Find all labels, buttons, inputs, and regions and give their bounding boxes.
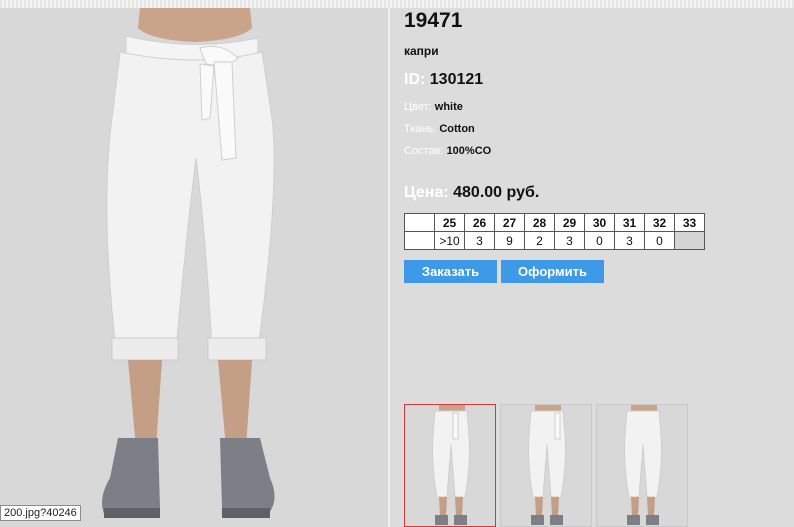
thumbnail-side[interactable] [500,404,592,527]
size-header-cell: 26 [464,213,495,232]
size-header-cell [404,213,435,232]
color-label: Цвет: [404,101,432,113]
size-header-cell: 33 [674,213,705,232]
stock-cell: 9 [494,231,525,250]
size-header-cell: 29 [554,213,585,232]
fabric-label: Ткань: [404,123,437,135]
color-attribute: Цвет: white [404,101,463,113]
size-header-cell: 32 [644,213,675,232]
size-header-cell: 27 [494,213,525,232]
thumbnail-side-image [501,405,591,526]
top-strip [0,0,794,8]
fabric-value: Cotton [439,123,475,135]
fabric-attribute: Ткань: Cotton [404,123,475,135]
composition-value: 100%CO [446,145,492,157]
size-header-cell: 30 [584,213,615,232]
price-label: Цена: [404,184,449,201]
stock-cell: 3 [614,231,645,250]
thumbnail-back[interactable] [596,404,688,527]
composition-attribute: Состав: 100%CO [404,145,491,157]
id-value: 130121 [429,71,484,88]
order-button[interactable]: Заказать [404,260,497,283]
stock-cell: 0 [644,231,675,250]
model-in-capri-pants-illustration [0,8,388,527]
status-tooltip: 200.jpg?40246 [0,505,81,521]
size-header-cell: 31 [614,213,645,232]
thumbnail-front[interactable] [404,404,496,527]
stock-cell: 3 [554,231,585,250]
thumbnail-front-image [405,405,495,526]
size-header-row: 25 26 27 28 29 30 31 32 33 [404,213,705,232]
stock-cell: 0 [584,231,615,250]
size-stock-table: 25 26 27 28 29 30 31 32 33 >10 3 9 2 3 0… [404,213,705,250]
divider [388,8,390,527]
stock-cell: 3 [464,231,495,250]
product-type: капри [404,44,439,58]
main-product-image[interactable] [0,8,388,527]
price-value: 480.00 руб. [453,184,540,201]
product-id: ID: 130121 [404,71,483,89]
price: Цена: 480.00 руб. [404,184,539,202]
color-value: white [434,101,463,113]
id-label: ID: [404,71,426,88]
composition-label: Состав: [404,145,444,157]
checkout-button[interactable]: Оформить [501,260,604,283]
size-header-cell: 28 [524,213,555,232]
stock-row: >10 3 9 2 3 0 3 0 [404,231,705,250]
stock-cell: 2 [524,231,555,250]
product-sku: 19471 [404,9,463,32]
stock-cell [674,231,705,250]
stock-cell: >10 [434,231,465,250]
stock-cell [404,231,435,250]
size-header-cell: 25 [434,213,465,232]
thumbnail-back-image [597,405,687,526]
